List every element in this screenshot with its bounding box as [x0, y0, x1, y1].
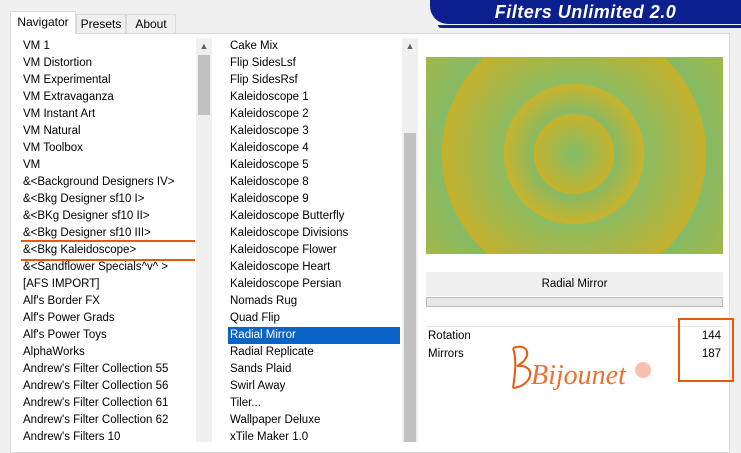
filter-item[interactable]: Nomads Rug — [228, 293, 400, 310]
category-item[interactable]: VM — [21, 157, 195, 174]
app-title: Filters Unlimited 2.0 — [494, 2, 677, 22]
values-highlight-box — [678, 318, 734, 382]
category-item[interactable]: VM Instant Art — [21, 106, 195, 123]
category-item[interactable]: &<Bkg Designer sf10 III> — [21, 225, 195, 242]
category-item[interactable]: &<BKg Designer sf10 II> — [21, 208, 195, 225]
filter-item[interactable]: Flip SidesLsf — [228, 55, 400, 72]
tab-navigator[interactable]: Navigator — [10, 11, 76, 34]
category-item[interactable]: Andrew's Filter Collection 61 — [21, 395, 195, 412]
filter-item[interactable]: Kaleidoscope 8 — [228, 174, 400, 191]
filter-item[interactable]: Tiler... — [228, 395, 400, 412]
scroll-thumb[interactable] — [198, 55, 210, 115]
signature-text: Bijounet — [531, 360, 627, 391]
category-item[interactable]: [AFS IMPORT] — [21, 276, 195, 293]
filter-item[interactable]: Kaleidoscope 1 — [228, 89, 400, 106]
category-item[interactable]: Alf's Power Toys — [21, 327, 195, 344]
filter-item[interactable]: Radial Replicate — [228, 344, 400, 361]
param-label: Mirrors — [428, 348, 464, 360]
category-scrollbar[interactable]: ▲ — [196, 38, 212, 442]
category-item[interactable]: Alf's Power Grads — [21, 310, 195, 327]
tab-presets[interactable]: Presets — [76, 14, 126, 33]
category-item[interactable]: VM Experimental — [21, 72, 195, 89]
scroll-up-icon[interactable]: ▲ — [196, 38, 212, 54]
filter-item[interactable]: Radial Mirror — [228, 327, 400, 344]
filter-item[interactable]: Kaleidoscope Butterfly — [228, 208, 400, 225]
filter-preview-image — [426, 57, 723, 254]
category-item[interactable]: Andrew's Filter Collection 55 — [21, 361, 195, 378]
filter-item[interactable]: Kaleidoscope 2 — [228, 106, 400, 123]
filter-item[interactable]: Kaleidoscope Heart — [228, 259, 400, 276]
filter-item[interactable]: Swirl Away — [228, 378, 400, 395]
category-item[interactable]: AlphaWorks — [21, 344, 195, 361]
title-banner: Filters Unlimited 2.0 — [430, 0, 741, 28]
category-item[interactable]: &<Sandflower Specials^v^ > — [21, 259, 195, 276]
category-list[interactable]: VM 1 VM Distortion VM Experimental VM Extra… — [21, 38, 195, 442]
signature-watermark: Bijounet — [512, 345, 651, 391]
filter-list[interactable]: Cake Mix Flip SidesLsf Flip SidesRsf Kaleid… — [228, 38, 400, 442]
scroll-thumb[interactable] — [404, 133, 416, 442]
filter-item[interactable]: Kaleidoscope Divisions — [228, 225, 400, 242]
filter-name-label: Radial Mirror — [426, 272, 723, 296]
category-item[interactable]: &<Bkg Designer sf10 I> — [21, 191, 195, 208]
category-item[interactable]: VM Extravaganza — [21, 89, 195, 106]
filter-item[interactable]: Kaleidoscope 4 — [228, 140, 400, 157]
filter-item[interactable]: Wallpaper Deluxe — [228, 412, 400, 429]
category-item[interactable]: VM 1 — [21, 38, 195, 55]
filter-item[interactable]: Kaleidoscope Persian — [228, 276, 400, 293]
category-item[interactable]: VM Toolbox — [21, 140, 195, 157]
tab-about[interactable]: About — [126, 14, 176, 33]
category-item[interactable]: VM Natural — [21, 123, 195, 140]
filter-item[interactable]: xTile Maker 1.0 — [228, 429, 400, 442]
category-item[interactable]: &<Bkg Kaleidoscope> — [21, 240, 195, 261]
filter-item[interactable]: Kaleidoscope Flower — [228, 242, 400, 259]
category-item[interactable]: VM Distortion — [21, 55, 195, 72]
category-item[interactable]: Andrew's Filter Collection 62 — [21, 412, 195, 429]
category-item[interactable]: Alf's Border FX — [21, 293, 195, 310]
filter-item[interactable]: Flip SidesRsf — [228, 72, 400, 89]
filter-item[interactable]: Cake Mix — [228, 38, 400, 55]
filter-item[interactable]: Quad Flip — [228, 310, 400, 327]
category-item[interactable]: &<Background Designers IV> — [21, 174, 195, 191]
category-item[interactable]: Andrew's Filters 10 — [21, 429, 195, 442]
scroll-up-icon[interactable]: ▲ — [402, 38, 418, 54]
filter-item[interactable]: Sands Plaid — [228, 361, 400, 378]
filter-item[interactable]: Kaleidoscope 9 — [228, 191, 400, 208]
category-item[interactable]: Andrew's Filter Collection 56 — [21, 378, 195, 395]
filter-item[interactable]: Kaleidoscope 5 — [228, 157, 400, 174]
filter-scrollbar[interactable]: ▲ — [402, 38, 418, 442]
param-label: Rotation — [428, 330, 471, 342]
filter-item[interactable]: Kaleidoscope 3 — [228, 123, 400, 140]
progress-bar — [426, 297, 723, 307]
